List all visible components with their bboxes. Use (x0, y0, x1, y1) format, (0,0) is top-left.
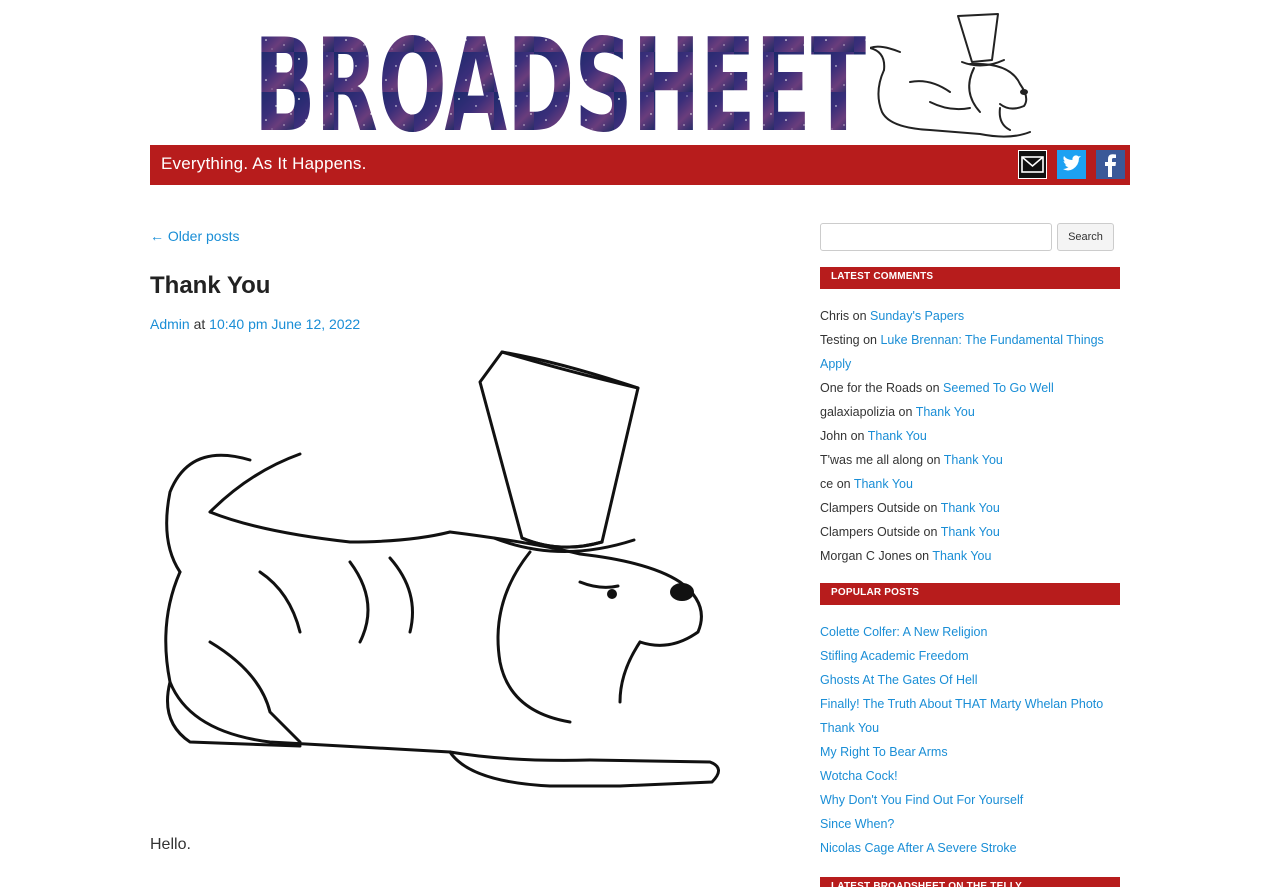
facebook-icon[interactable] (1096, 150, 1125, 179)
post-permalink[interactable]: 10:40 pm June 12, 2022 (209, 316, 360, 332)
comment-on: on (915, 549, 930, 563)
popular-post-link[interactable]: Why Don't You Find Out For Yourself (820, 793, 1023, 807)
post-title: Thank You (150, 272, 271, 299)
latest-comments-list: Chris on Sunday's Papers Testing on Luke … (820, 304, 1120, 568)
comment-item: Clampers Outside on Thank You (820, 520, 1120, 544)
comment-post-link[interactable]: Thank You (854, 477, 913, 491)
popular-posts-heading: POPULAR POSTS (820, 583, 1120, 605)
commenter-name: Clampers Outside (820, 525, 921, 539)
commenter-name: One for the Roads (820, 381, 923, 395)
comment-on: on (923, 501, 938, 515)
comment-post-link[interactable]: Sunday's Papers (870, 309, 964, 323)
commenter-name: Clampers Outside (820, 501, 921, 515)
popular-post-item: Wotcha Cock! (820, 764, 1120, 788)
popular-post-link[interactable]: Stifling Academic Freedom (820, 649, 969, 663)
comment-on: on (852, 309, 867, 323)
comment-on: on (863, 333, 877, 347)
commenter-name: Testing (820, 333, 860, 347)
popular-post-item: Since When? (820, 812, 1120, 836)
post-time: 10:40 pm (209, 316, 268, 332)
comment-on: on (923, 525, 938, 539)
commenter-name: ce (820, 477, 834, 491)
comment-on: on (836, 477, 851, 491)
popular-post-link[interactable]: Ghosts At The Gates Of Hell (820, 673, 977, 687)
popular-post-item: Why Don't You Find Out For Yourself (820, 788, 1120, 812)
comment-item: Clampers Outside on Thank You (820, 496, 1120, 520)
meta-at: at (193, 316, 206, 332)
comment-post-link[interactable]: Seemed To Go Well (943, 381, 1054, 395)
telly-heading: LATEST BROADSHEET ON THE TELLY (820, 877, 1120, 887)
popular-post-item: Colette Colfer: A New Religion (820, 620, 1120, 644)
older-posts-link[interactable]: ← Older posts (150, 228, 239, 244)
comment-on: on (850, 429, 865, 443)
popular-post-link[interactable]: Nicolas Cage After A Severe Stroke (820, 841, 1017, 855)
popular-post-item: Nicolas Cage After A Severe Stroke (820, 836, 1120, 860)
commenter-name: T'was me all along (820, 453, 924, 467)
dog-mascot-icon (870, 13, 1031, 138)
popular-post-item: My Right To Bear Arms (820, 740, 1120, 764)
commenter-name: Chris (820, 309, 850, 323)
popular-post-item: Thank You (820, 716, 1120, 740)
svg-text:BROADSHEET: BROADSHEET (254, 12, 866, 137)
comment-on: on (926, 453, 941, 467)
search-input[interactable] (820, 223, 1052, 251)
popular-post-link[interactable]: Finally! The Truth About THAT Marty Whel… (820, 697, 1103, 711)
comment-post-link[interactable]: Thank You (941, 525, 1000, 539)
tagline-bar: Everything. As It Happens. (150, 145, 1130, 185)
comment-post-link[interactable]: Thank You (941, 501, 1000, 515)
logo-wordmark: BROADSHEET (254, 12, 866, 137)
comment-post-link[interactable]: Thank You (932, 549, 991, 563)
comment-on: on (925, 381, 940, 395)
search-button[interactable]: Search (1057, 223, 1114, 251)
post-body: Hello. (150, 836, 191, 853)
commenter-name: Morgan C Jones (820, 549, 912, 563)
comment-post-link[interactable]: Thank You (868, 429, 927, 443)
comment-item: John on Thank You (820, 424, 1120, 448)
post-image (164, 350, 720, 788)
popular-post-item: Stifling Academic Freedom (820, 644, 1120, 668)
comment-item: Morgan C Jones on Thank You (820, 544, 1120, 568)
popular-post-item: Finally! The Truth About THAT Marty Whel… (820, 692, 1120, 716)
post-meta: Admin at 10:40 pm June 12, 2022 (150, 316, 360, 332)
comment-item: T'was me all along on Thank You (820, 448, 1120, 472)
popular-post-link[interactable]: Colette Colfer: A New Religion (820, 625, 987, 639)
post-author-link[interactable]: Admin (150, 316, 190, 332)
comment-item: One for the Roads on Seemed To Go Well (820, 376, 1120, 400)
popular-post-item: Ghosts At The Gates Of Hell (820, 668, 1120, 692)
comment-post-link[interactable]: Thank You (944, 453, 1003, 467)
commenter-name: galaxiapolizia (820, 405, 896, 419)
popular-post-link[interactable]: Wotcha Cock! (820, 769, 898, 783)
site-header: BROADSHEET (0, 0, 1280, 145)
popular-post-link[interactable]: Thank You (820, 721, 879, 735)
twitter-icon[interactable] (1057, 150, 1086, 179)
popular-post-link[interactable]: My Right To Bear Arms (820, 745, 948, 759)
popular-post-link[interactable]: Since When? (820, 817, 894, 831)
comment-item: ce on Thank You (820, 472, 1120, 496)
site-tagline: Everything. As It Happens. (161, 154, 367, 173)
site-logo[interactable]: BROADSHEET (254, 12, 1036, 142)
post-date: June 12, 2022 (271, 316, 361, 332)
mail-icon[interactable] (1018, 150, 1047, 179)
comment-item: Testing on Luke Brennan: The Fundamental… (820, 328, 1120, 376)
comment-item: galaxiapolizia on Thank You (820, 400, 1120, 424)
commenter-name: John (820, 429, 848, 443)
comment-on: on (898, 405, 913, 419)
latest-comments-heading: LATEST COMMENTS (820, 267, 1120, 289)
comment-item: Chris on Sunday's Papers (820, 304, 1120, 328)
popular-posts-list: Colette Colfer: A New Religion Stifling A… (820, 620, 1120, 860)
comment-post-link[interactable]: Thank You (916, 405, 975, 419)
